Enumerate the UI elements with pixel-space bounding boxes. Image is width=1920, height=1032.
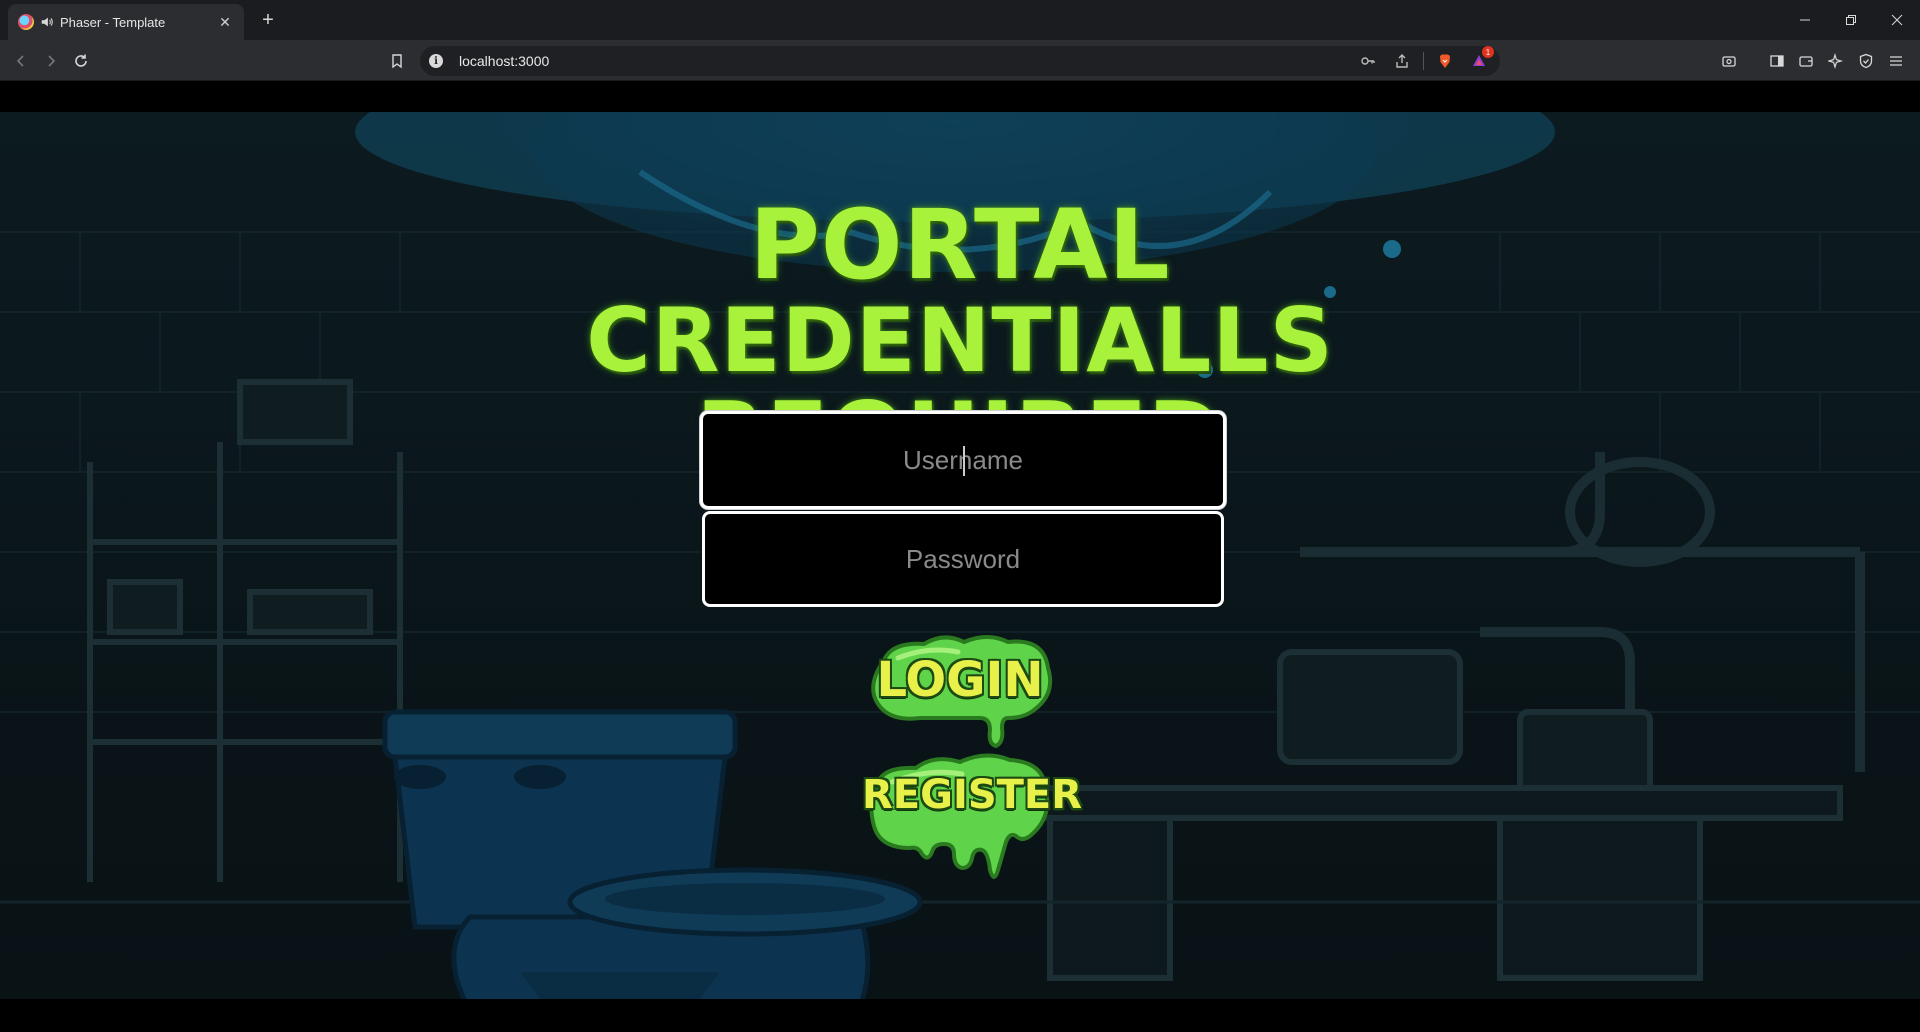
vpn-button[interactable] — [1853, 48, 1879, 74]
forward-button[interactable] — [38, 48, 64, 74]
new-tab-button[interactable]: + — [256, 8, 280, 32]
brave-lion-icon — [1440, 54, 1450, 68]
toilet-illustration — [382, 709, 923, 999]
browser-toolbar: i localhost:3000 1 — [0, 40, 1920, 81]
back-button[interactable] — [8, 48, 34, 74]
close-icon — [1891, 14, 1903, 26]
url-text[interactable]: localhost:3000 — [459, 53, 1355, 69]
title-line-credentials: CREDENTIALLS — [586, 289, 1334, 392]
close-window-button[interactable] — [1874, 0, 1920, 40]
address-bar[interactable]: i localhost:3000 1 — [420, 46, 1500, 76]
sidebar-icon — [1770, 55, 1784, 67]
arrow-right-icon — [48, 55, 56, 67]
minimize-button[interactable] — [1782, 0, 1828, 40]
main-menu-button[interactable] — [1883, 48, 1909, 74]
browser-tab[interactable]: Phaser - Template ✕ — [8, 4, 244, 40]
share-button[interactable] — [1389, 48, 1415, 74]
screenshot-button[interactable] — [1716, 48, 1742, 74]
arrow-left-icon — [16, 55, 24, 67]
text-caret — [963, 446, 965, 476]
camera-search-icon — [1722, 56, 1736, 67]
key-icon — [1361, 57, 1375, 65]
register-button[interactable]: REGISTER — [862, 748, 1083, 903]
wallet-button[interactable] — [1793, 48, 1819, 74]
tab-strip: Phaser - Template ✕ + — [0, 0, 1920, 40]
site-info-icon[interactable]: i — [429, 54, 443, 68]
rewards-badge: 1 — [1482, 46, 1494, 58]
bookmark-icon — [392, 54, 402, 69]
tab-title: Phaser - Template — [60, 14, 166, 30]
password-placeholder: Password — [905, 543, 1021, 574]
leo-ai-button[interactable] — [1823, 48, 1849, 74]
restore-button[interactable] — [1828, 0, 1874, 40]
phaser-favicon-icon — [18, 14, 34, 30]
share-icon — [1396, 54, 1408, 68]
brave-shields-button[interactable] — [1432, 48, 1458, 74]
register-label: REGISTER — [862, 772, 1083, 818]
restore-icon — [1846, 15, 1856, 25]
minimize-icon — [1800, 19, 1810, 21]
dripping-slime-blob-icon — [869, 753, 1050, 879]
sidebar-toggle-button[interactable] — [1764, 48, 1790, 74]
reload-button[interactable] — [68, 48, 94, 74]
password-input[interactable]: Password — [702, 511, 1224, 607]
title-line-portal: PORTAL — [749, 189, 1171, 301]
omnibox-divider — [1423, 52, 1424, 70]
password-key-button[interactable] — [1355, 48, 1381, 74]
login-button[interactable]: LOGIN — [862, 630, 1058, 755]
brave-rewards-button[interactable]: 1 — [1466, 46, 1494, 74]
login-label: LOGIN — [876, 652, 1044, 708]
hamburger-menu-icon — [1890, 56, 1902, 66]
bookmark-button[interactable] — [384, 48, 410, 74]
speaker-icon[interactable] — [40, 15, 54, 29]
close-tab-icon[interactable]: ✕ — [216, 13, 234, 31]
shield-icon — [1859, 53, 1873, 69]
reload-icon — [75, 54, 87, 67]
sparkle-icon — [1828, 53, 1844, 69]
wallet-icon — [1799, 56, 1813, 67]
